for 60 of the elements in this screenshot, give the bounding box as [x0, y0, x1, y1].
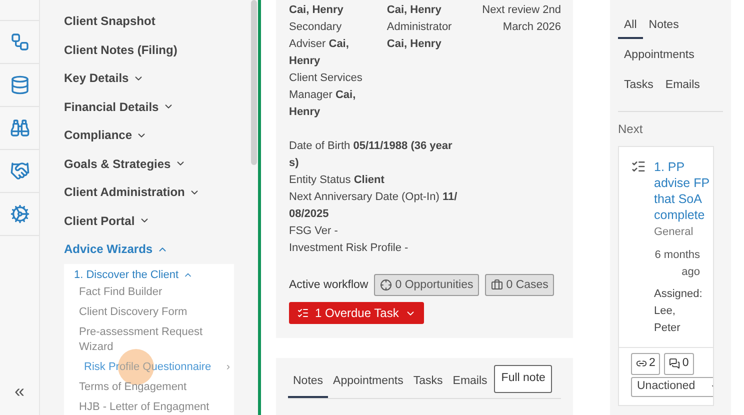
summary-text: Client Services Manager Cai, Henry [289, 71, 364, 120]
tab[interactable]: Notes [288, 368, 328, 398]
crosshair-icon [380, 279, 392, 291]
tab[interactable]: Tasks [408, 368, 448, 398]
sidebar-item[interactable]: Client Snapshot [64, 7, 251, 36]
summary-text: Cai, Henry [289, 3, 344, 18]
briefcase-icon [491, 279, 504, 291]
tab[interactable]: Emails [448, 368, 492, 398]
link-icon [636, 358, 647, 369]
submenu-item[interactable]: Terms of Engagement [74, 378, 234, 398]
detail-text: Date of Birth 05/11/1988 (36 years) [289, 139, 454, 171]
sidebar-item[interactable]: Client Administration [64, 178, 251, 206]
detail-text: Next Anniversary Date (Opt-In) 11/08/2025 [289, 190, 458, 222]
comments-icon [669, 358, 680, 369]
tab[interactable]: Notes [642, 15, 685, 39]
sidebar-item[interactable]: Compliance [64, 121, 251, 150]
summary-text: Next review 2nd March 2026 [481, 3, 561, 35]
database-icon[interactable] [10, 75, 30, 95]
cases-button[interactable]: 0 Cases [485, 274, 554, 296]
flowchart-icon[interactable] [10, 32, 30, 52]
summary-text: Cai, Henry [386, 3, 442, 18]
detail-text: Investment Risk Profile - [289, 241, 410, 256]
submenu-item[interactable]: HJB - Letter of Engagment [74, 398, 234, 415]
submenu-group[interactable]: 1. Discover the Client [74, 268, 234, 282]
workflow-label: Active workflow [289, 278, 368, 292]
sidebar-item[interactable]: Advice Wizards [64, 235, 251, 264]
links-button[interactable]: 2 [631, 352, 660, 374]
task-title[interactable]: 1. PP advise FP that SoA complete [654, 159, 710, 223]
task-category: General [654, 225, 694, 240]
sidebar-item[interactable]: Financial Details [64, 92, 251, 121]
tab[interactable]: Tasks [618, 75, 660, 99]
task-time: 6 months ago [654, 248, 700, 280]
summary-text: Secondary Adviser Cai, Henry [289, 20, 350, 69]
opportunities-button[interactable]: 0 Opportunities [374, 274, 480, 296]
sidebar-item[interactable]: Goals & Strategies [64, 150, 251, 178]
full-note-button[interactable]: Full note [494, 365, 552, 393]
binoculars-icon[interactable] [10, 118, 30, 138]
submenu-item[interactable]: Client Discovery Form [74, 302, 234, 322]
tab[interactable]: Appointments [328, 368, 408, 398]
sidebar-item[interactable]: Key Details [64, 64, 251, 92]
sidebar-item[interactable]: Client Notes (Filing) [64, 36, 251, 64]
handshake-icon[interactable] [10, 161, 30, 181]
detail-text: Entity Status Client [289, 173, 386, 188]
comments-button[interactable]: 0 [664, 352, 694, 374]
task-assignee: Assigned: Lee, Peter [654, 286, 702, 336]
tab[interactable]: Appointments [618, 45, 700, 69]
checklist-icon [297, 307, 309, 319]
tab[interactable]: Emails [659, 75, 706, 99]
detail-text: FSG Ver - [289, 224, 339, 239]
submenu-item[interactable]: Fact Find Builder [74, 282, 234, 302]
summary-text: Administrator Cai, Henry [386, 20, 453, 52]
next-label: Next [618, 121, 644, 138]
tab[interactable]: All [618, 15, 643, 39]
collapse-button[interactable]: « [0, 378, 39, 405]
gears-icon[interactable] [10, 204, 30, 224]
overdue-task-button[interactable]: 1 Overdue Task [289, 302, 424, 324]
status-select[interactable]: Unactioned [631, 376, 713, 396]
checklist-icon [631, 159, 646, 174]
sidebar-item[interactable]: Client Portal [64, 206, 251, 235]
submenu-item[interactable]: Pre-assessment Request Wizard [74, 322, 234, 358]
